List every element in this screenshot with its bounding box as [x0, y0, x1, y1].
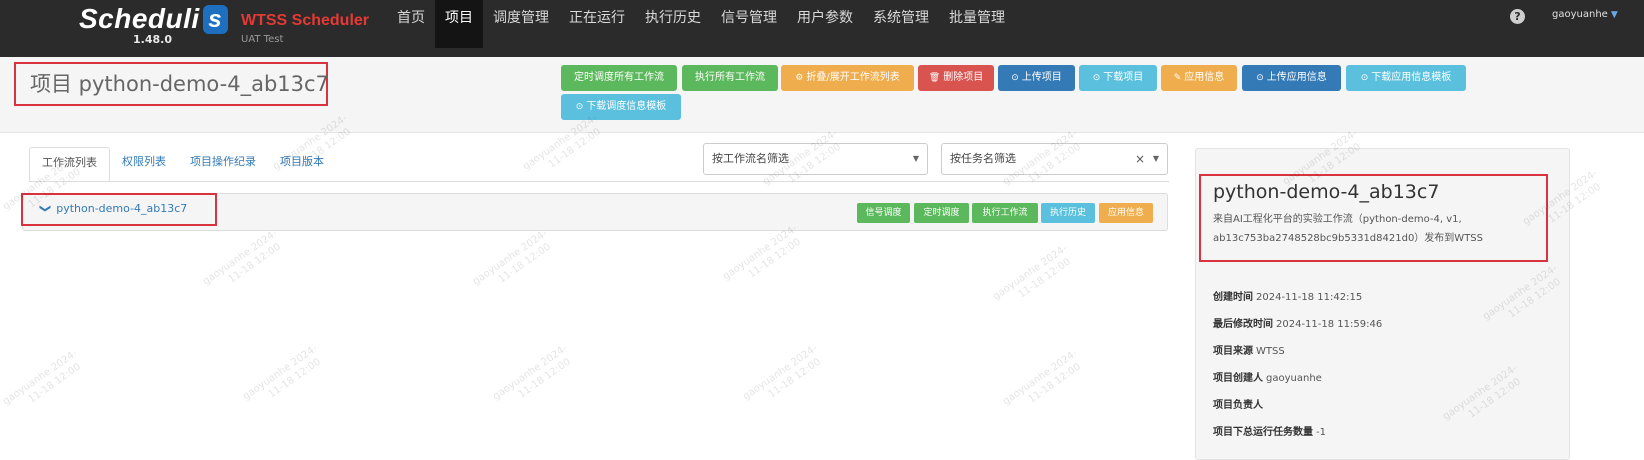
brand-name: Scheduli [79, 3, 200, 34]
download-icon: ⊙ [1360, 73, 1369, 83]
tab-operation-log[interactable]: 项目操作纪录 [178, 147, 268, 182]
app-info-button[interactable]: ✎ 应用信息 [1161, 65, 1237, 91]
flow-history-button[interactable]: 执行历史 [1041, 203, 1095, 223]
nav-item-home[interactable]: 首页 [387, 0, 435, 48]
nav-item-batch[interactable]: 批量管理 [939, 0, 1015, 48]
info-total-jobs: 项目下总运行任务数量 -1 [1213, 427, 1326, 438]
download-app-info-template-button[interactable]: ⊙ 下载应用信息模板 [1346, 65, 1466, 91]
brand-logo[interactable]: Scheduli s [79, 3, 228, 35]
upload-project-button[interactable]: ⊙ 上传项目 [998, 65, 1075, 91]
execute-all-flows-button[interactable]: 执行所有工作流 [682, 65, 778, 91]
nav-item-signal[interactable]: 信号管理 [711, 0, 787, 48]
brand-s-badge: s [202, 5, 228, 34]
trash-icon: 🗑 [928, 73, 941, 83]
job-filter-select[interactable]: 按任务名筛选 × ▼ [941, 143, 1168, 175]
user-menu[interactable]: gaoyuanhe ▼ [1552, 9, 1618, 20]
watermark-text: gaoyuanhe 2024-11-18 12:00 [1001, 347, 1083, 408]
nav-item-system[interactable]: 系统管理 [863, 0, 939, 48]
flow-name-link[interactable]: python-demo-4_ab13c7 [56, 202, 187, 215]
watermark-text: gaoyuanhe 2024-11-18 12:00 [491, 342, 573, 403]
watermark-text: gaoyuanhe 2024-11-18 12:00 [471, 227, 553, 288]
environment-label: UAT Test [241, 34, 284, 45]
caret-down-icon: ▼ [912, 154, 919, 163]
flow-filter-select[interactable]: 按工作流名筛选 ▼ [703, 143, 928, 175]
upload-app-info-button[interactable]: ⊙ 上传应用信息 [1242, 65, 1341, 91]
schedule-all-flows-button[interactable]: 定时调度所有工作流 [561, 65, 677, 91]
signal-schedule-button[interactable]: 信号调度 [857, 203, 910, 223]
download-icon: ⊙ [1092, 73, 1101, 83]
watermark-text: gaoyuanhe 2024-11-18 12:00 [741, 342, 823, 403]
nav-item-user-params[interactable]: 用户参数 [787, 0, 863, 48]
tab-versions[interactable]: 项目版本 [268, 147, 336, 182]
product-name: WTSS Scheduler [241, 12, 370, 29]
nav-item-schedule[interactable]: 调度管理 [483, 0, 559, 48]
flow-filter-placeholder: 按工作流名筛选 [712, 152, 789, 165]
clear-icon[interactable]: × [1135, 144, 1145, 174]
page-title: 项目 python-demo-4_ab13c7 [30, 72, 329, 96]
project-info-description: 来自AI工程化平台的实验工作流（python-demo-4, v1, ab13c… [1213, 214, 1483, 244]
info-creator: 项目创建人 gaoyuanhe [1213, 373, 1322, 384]
flow-toggle[interactable]: ❯ python-demo-4_ab13c7 [39, 202, 187, 215]
app-version: 1.48.0 [133, 33, 172, 46]
info-modified-time: 最后修改时间 2024-11-18 11:59:46 [1213, 319, 1383, 330]
gear-icon: ⚙ [795, 73, 804, 83]
username-label: gaoyuanhe [1552, 9, 1608, 20]
download-project-button[interactable]: ⊙ 下载项目 [1079, 65, 1157, 91]
caret-down-icon: ▼ [1610, 10, 1618, 20]
tabs-divider [29, 181, 1169, 182]
info-owner: 项目负责人 [1213, 400, 1263, 411]
execute-flow-button[interactable]: 执行工作流 [972, 203, 1038, 223]
page-title-highlight: 项目 python-demo-4_ab13c7 [14, 62, 329, 106]
delete-project-button[interactable]: 🗑 删除项目 [918, 65, 994, 91]
timed-schedule-button[interactable]: 定时调度 [914, 203, 969, 223]
project-tabs: 工作流列表 权限列表 项目操作纪录 项目版本 [29, 147, 336, 182]
download-schedule-template-button[interactable]: ⊙ 下载调度信息模板 [561, 94, 681, 120]
tab-flow-list[interactable]: 工作流列表 [29, 147, 110, 182]
info-source: 项目来源 WTSS [1213, 346, 1285, 357]
watermark-text: gaoyuanhe 2024-11-18 12:00 [201, 227, 283, 288]
project-info-title: python-demo-4_ab13c7 [1213, 181, 1440, 203]
top-navbar: Scheduli s 1.48.0 WTSS Scheduler UAT Test… [0, 0, 1644, 57]
upload-icon: ⊙ [1011, 73, 1019, 83]
info-created-time: 创建时间 2024-11-18 11:42:15 [1213, 292, 1363, 303]
chevron-down-icon: ❯ [39, 203, 53, 214]
watermark-text: gaoyuanhe 2024-11-18 12:00 [991, 242, 1073, 303]
watermark-text: gaoyuanhe 2024-11-18 12:00 [1, 347, 83, 408]
watermark-text: gaoyuanhe 2024-11-18 12:00 [721, 222, 803, 283]
download-icon: ⊙ [575, 102, 584, 112]
toggle-flow-list-button[interactable]: ⚙ 折叠/展开工作流列表 [781, 65, 914, 91]
upload-icon: ⊙ [1256, 73, 1264, 83]
pencil-icon: ✎ [1173, 73, 1182, 83]
caret-down-icon: ▼ [1152, 154, 1159, 163]
question-circle-icon[interactable]: ? [1510, 9, 1525, 24]
nav-item-running[interactable]: 正在运行 [559, 0, 635, 48]
main-nav: 首页 项目 调度管理 正在运行 执行历史 信号管理 用户参数 系统管理 批量管理 [387, 0, 1015, 48]
flow-app-info-button[interactable]: 应用信息 [1099, 203, 1153, 223]
job-filter-placeholder: 按任务名筛选 [950, 152, 1016, 165]
tab-permissions[interactable]: 权限列表 [110, 147, 178, 182]
nav-item-project[interactable]: 项目 [435, 0, 483, 48]
watermark-text: gaoyuanhe 2024-11-18 12:00 [241, 342, 323, 403]
nav-item-history[interactable]: 执行历史 [635, 0, 711, 48]
